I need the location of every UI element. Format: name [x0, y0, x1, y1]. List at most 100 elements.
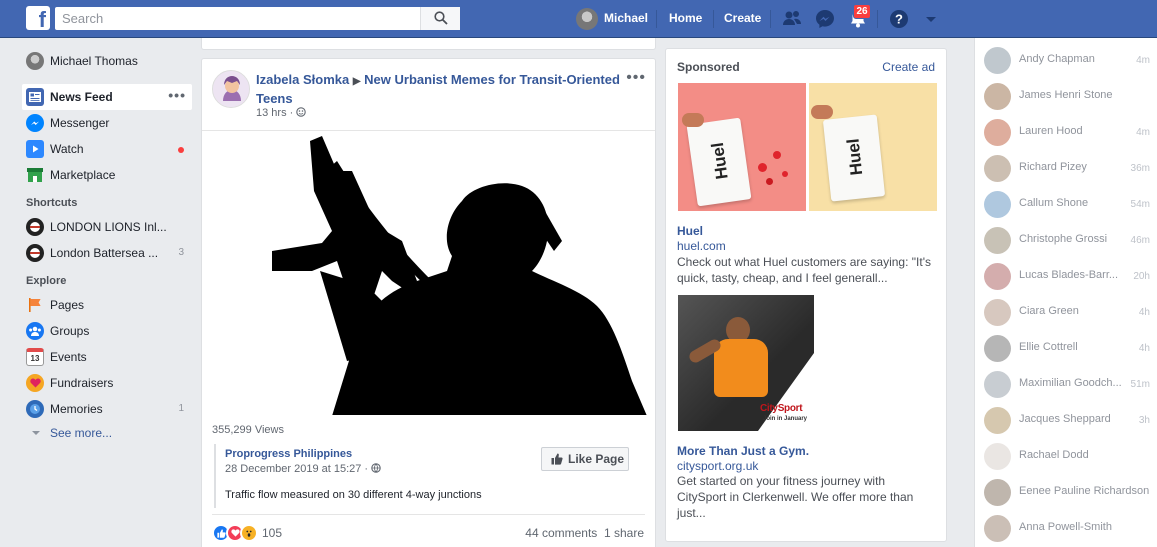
- sidebar-item-shortcut[interactable]: London Battersea ... 3: [22, 240, 192, 266]
- chat-contact[interactable]: Maximilian Goodch... 51m: [975, 366, 1157, 402]
- product-pack: Huel: [822, 114, 886, 202]
- post-timestamp[interactable]: 13 hrs ·: [256, 107, 307, 119]
- create-ad-link[interactable]: Create ad: [882, 60, 935, 74]
- ad-url-link[interactable]: citysport.org.uk: [677, 459, 758, 473]
- contact-avatar: [984, 119, 1011, 146]
- more-options-icon[interactable]: •••: [168, 88, 186, 102]
- contact-avatar: [984, 155, 1011, 182]
- sidebar-item-marketplace[interactable]: Marketplace: [22, 162, 192, 188]
- search-button[interactable]: [420, 7, 460, 30]
- author-name-link[interactable]: Izabela Słomka: [256, 72, 349, 87]
- divider: [770, 10, 771, 28]
- sidebar-item-shortcut[interactable]: LONDON LIONS Inl...: [22, 214, 192, 240]
- sidebar-item-pages[interactable]: Pages: [22, 292, 192, 318]
- notification-badge: 26: [853, 4, 871, 19]
- thumbs-up-icon: [551, 453, 563, 465]
- contact-name: Lucas Blades-Barr...: [1019, 269, 1119, 281]
- sidebar-item-news-feed[interactable]: News Feed •••: [22, 84, 192, 110]
- contact-avatar: [984, 299, 1011, 326]
- friends-icon[interactable]: [781, 8, 803, 30]
- sidebar-item-messenger[interactable]: Messenger: [22, 110, 192, 136]
- sidebar-item-fundraisers[interactable]: Fundraisers: [22, 370, 192, 396]
- chat-contact[interactable]: Andy Chapman 4m: [975, 42, 1157, 78]
- chat-contact[interactable]: Richard Pizey 36m: [975, 150, 1157, 186]
- home-link[interactable]: Home: [669, 0, 702, 38]
- sidebar-item-groups[interactable]: Groups: [22, 318, 192, 344]
- heart-icon: [26, 374, 44, 392]
- timestamp-text: 13 hrs ·: [256, 107, 294, 119]
- contact-name: Lauren Hood: [1019, 125, 1083, 137]
- sidebar-item-watch[interactable]: Watch: [22, 136, 192, 162]
- last-active: 4m: [1136, 127, 1150, 138]
- contact-name: Anna Powell-Smith: [1019, 521, 1112, 533]
- sidebar-item-profile[interactable]: Michael Thomas: [22, 48, 192, 74]
- ad-image[interactable]: CitySport Join in January: [678, 295, 814, 431]
- contact-name: Jacques Sheppard: [1019, 413, 1111, 425]
- contact-name: Maximilian Goodch...: [1019, 377, 1122, 389]
- sidebar-item-events[interactable]: 13 Events: [22, 344, 192, 370]
- contact-name: Rachael Dodd: [1019, 449, 1089, 461]
- divider: [212, 514, 645, 515]
- see-more-link[interactable]: See more...: [22, 422, 192, 444]
- view-count: 355,299 Views: [212, 424, 284, 436]
- chat-contact[interactable]: Rachael Dodd: [975, 438, 1157, 474]
- ad-url-link[interactable]: huel.com: [677, 239, 726, 253]
- reaction-count: 105: [262, 526, 283, 540]
- search-icon: [434, 11, 448, 25]
- comments-shares[interactable]: 44 comments 1 share: [525, 526, 644, 540]
- chat-contact[interactable]: Christophe Grossi 46m: [975, 222, 1157, 258]
- shared-text: Traffic flow measured on 30 different 4-…: [225, 489, 482, 501]
- chat-contact[interactable]: Eenee Pauline Richardson: [975, 474, 1157, 510]
- left-sidebar: Michael Thomas News Feed ••• Messenger W…: [22, 48, 192, 444]
- post-image[interactable]: [202, 130, 655, 415]
- chat-contact[interactable]: Callum Shone 54m: [975, 186, 1157, 222]
- ad-description[interactable]: Get started on your fitness journey with…: [677, 473, 937, 521]
- top-bar: f Michael Home Create 26 ?: [0, 0, 1157, 38]
- last-active: 36m: [1130, 163, 1150, 174]
- contact-avatar: [984, 227, 1011, 254]
- messenger-icon[interactable]: [814, 8, 836, 30]
- profile-link[interactable]: Michael: [604, 0, 648, 38]
- like-page-button[interactable]: Like Page: [541, 447, 629, 471]
- contact-avatar: [984, 371, 1011, 398]
- chat-contact[interactable]: Ciara Green 4h: [975, 294, 1157, 330]
- contact-avatar: [984, 83, 1011, 110]
- svg-text:?: ?: [895, 12, 903, 27]
- item-count: 3: [178, 247, 184, 258]
- shared-timestamp[interactable]: 28 December 2019 at 15:27 ·: [225, 463, 381, 475]
- caret-down-icon[interactable]: [920, 8, 942, 30]
- ad-description[interactable]: Check out what Huel customers are saying…: [677, 254, 937, 286]
- shared-page-link[interactable]: Proprogress Philippines: [225, 448, 352, 460]
- citysport-logo: CitySport: [760, 403, 803, 414]
- chat-contact[interactable]: Lauren Hood 4m: [975, 114, 1157, 150]
- marketplace-icon: [26, 166, 44, 184]
- comment-count[interactable]: 44 comments: [525, 526, 597, 540]
- ad-title-link[interactable]: More Than Just a Gym.: [677, 444, 809, 458]
- chat-contact[interactable]: Lucas Blades-Barr... 20h: [975, 258, 1157, 294]
- ad-image[interactable]: Huel: [678, 83, 806, 211]
- create-link[interactable]: Create: [724, 0, 761, 38]
- ad-image[interactable]: Huel: [809, 83, 937, 211]
- reactions-summary[interactable]: 105: [212, 524, 282, 542]
- author-avatar[interactable]: [212, 70, 250, 108]
- arrow-right-icon: ▶: [352, 76, 361, 87]
- chat-contact[interactable]: Anna Powell-Smith: [975, 510, 1157, 546]
- like-page-label: Like Page: [568, 452, 625, 466]
- last-active: 20h: [1133, 271, 1150, 282]
- facebook-logo-icon[interactable]: f: [26, 6, 50, 30]
- contact-name: Ellie Cottrell: [1019, 341, 1078, 353]
- clock-icon: [26, 400, 44, 418]
- sidebar-item-memories[interactable]: Memories 1: [22, 396, 192, 422]
- help-icon[interactable]: ?: [888, 8, 910, 30]
- post-options-icon[interactable]: •••: [626, 69, 646, 87]
- search-input[interactable]: [55, 7, 425, 30]
- chat-contact[interactable]: Ellie Cottrell 4h: [975, 330, 1157, 366]
- ad-title-link[interactable]: Huel: [677, 224, 703, 238]
- sidebar-item-label: Memories: [50, 402, 103, 416]
- last-active: 4m: [1136, 55, 1150, 66]
- berry-shape: [758, 163, 767, 172]
- share-count[interactable]: 1 share: [604, 526, 644, 540]
- user-avatar[interactable]: [576, 8, 598, 30]
- chat-contact[interactable]: James Henri Stone: [975, 78, 1157, 114]
- chat-contact[interactable]: Jacques Sheppard 3h: [975, 402, 1157, 438]
